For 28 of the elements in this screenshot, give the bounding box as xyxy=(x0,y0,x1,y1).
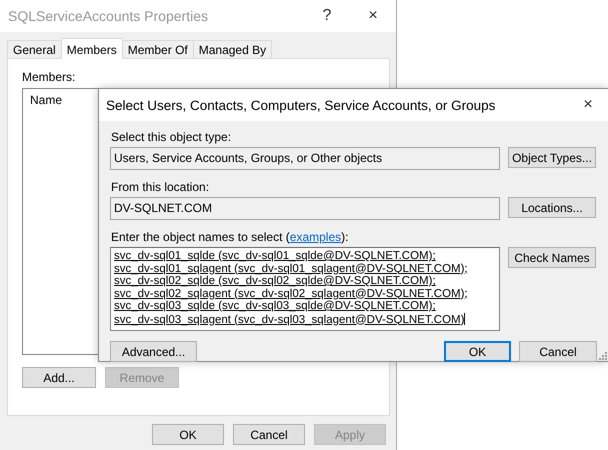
close-button[interactable]: × xyxy=(350,6,396,26)
object-types-button[interactable]: Object Types... xyxy=(508,147,596,168)
dialog-button[interactable]: OK xyxy=(444,341,511,362)
field-label: Select this object type: xyxy=(111,130,232,144)
tab[interactable]: General xyxy=(7,40,62,58)
location-field: DV-SQLNET.COM xyxy=(110,197,500,220)
check-names-button[interactable]: Check Names xyxy=(508,247,596,268)
resize-grip-icon[interactable] xyxy=(599,352,607,360)
dialog-button[interactable]: OK xyxy=(152,424,224,445)
tab[interactable]: Members xyxy=(60,38,123,59)
locations-button[interactable]: Locations... xyxy=(508,197,596,218)
close-button[interactable]: × xyxy=(568,95,608,115)
dialog-button[interactable]: Cancel xyxy=(233,424,305,445)
list-button[interactable]: Add... xyxy=(22,367,96,388)
dialog-button[interactable]: Advanced... xyxy=(110,341,197,362)
text-cursor-icon xyxy=(464,312,466,324)
tab[interactable]: Managed By xyxy=(192,40,272,58)
members-label: Members: xyxy=(22,70,76,84)
examples-link[interactable]: examples xyxy=(290,230,342,244)
field-label: Enter the object names to select (examples): xyxy=(111,230,350,244)
field-label: From this location: xyxy=(111,180,210,194)
dialog-title: Select Users, Contacts, Computers, Service Accounts, or Groups xyxy=(106,98,496,112)
dialog-button[interactable]: Cancel xyxy=(519,341,597,362)
help-button[interactable]: ? xyxy=(304,6,350,26)
window-title: SQLServiceAccounts Properties xyxy=(8,8,209,24)
column-header[interactable]: Name xyxy=(30,93,62,107)
object-names-field[interactable]: svc_dv-sql01_sqlde (svc_dv-sql01_sqlde@DV-SQLNET.COM); svc_dv-sql01_sqlagent (svc_dv-sql01_sqlagent@DV-SQLNET.COM); svc_dv-sql02_sqlde (svc_dv-sql02_sqlde@DV-SQLNET.COM); svc_dv-sql02_sqlagent (svc_dv-sql02_sqlagent@DV-SQLNET.COM); svc_dv-sql03_sqlde (svc_dv-sql03_sqlde@DV-SQLNET.COM); svc_dv-sql03_sqlagent (svc_dv-sql03_sqlagent@DV-SQLNET.COM) xyxy=(110,247,500,331)
object-type-field: Users, Service Accounts, Groups, or Other objects xyxy=(110,147,500,170)
